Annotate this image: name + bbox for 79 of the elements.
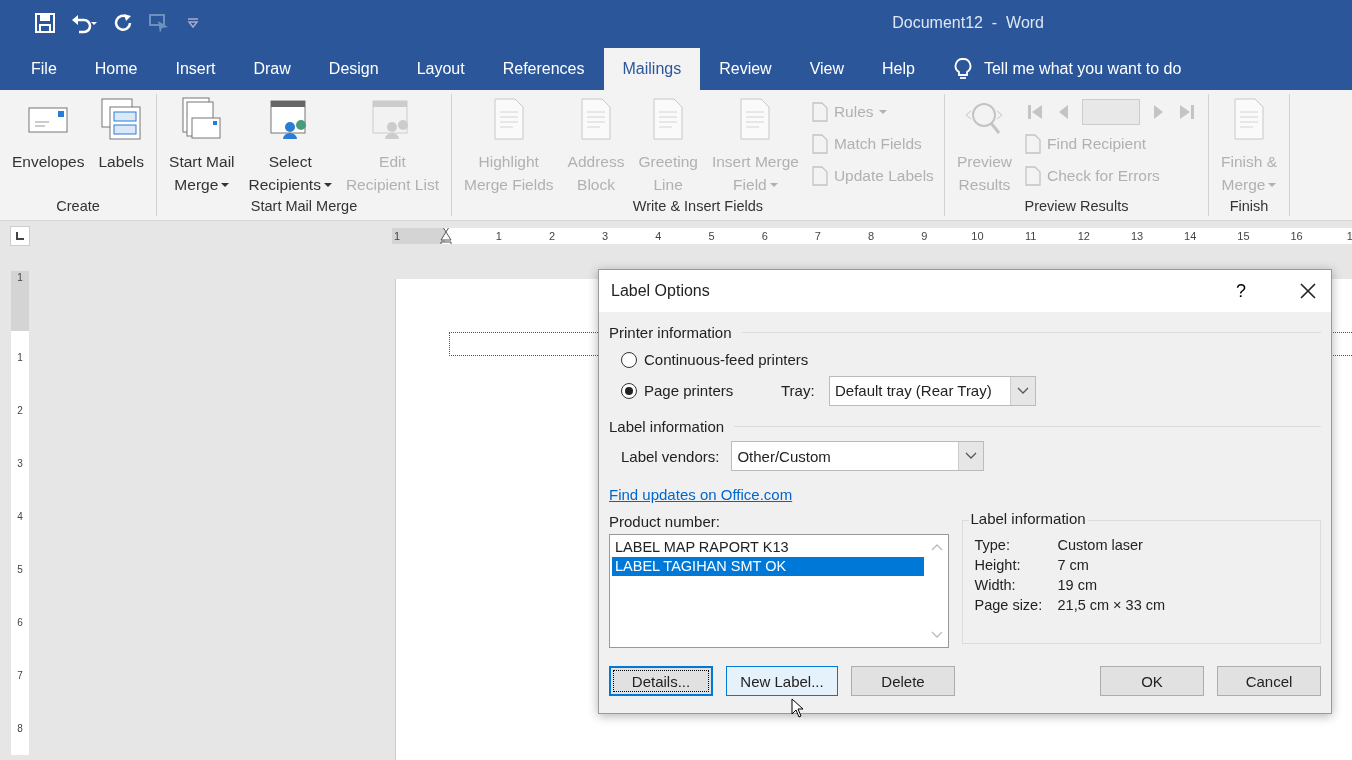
info-key: Height: xyxy=(974,557,1058,573)
ribbon-tab[interactable]: Design xyxy=(309,48,398,90)
caret-icon xyxy=(878,109,887,115)
info-value: 7 cm xyxy=(1057,557,1090,573)
ribbon-tab[interactable]: Insert xyxy=(156,48,235,90)
info-value: 21,5 cm × 33 cm xyxy=(1057,597,1167,613)
tab-stop-icon xyxy=(15,231,25,241)
updates-link[interactable]: Find updates on Office.com xyxy=(609,486,793,503)
mouse-pointer-icon xyxy=(791,698,805,718)
info-key: Page size: xyxy=(974,597,1058,613)
ribbon-tab[interactable]: View xyxy=(790,48,864,90)
section-heading: Label information xyxy=(609,417,725,435)
panel-title: Label information xyxy=(968,510,1088,527)
ribbon-tab[interactable]: Draw xyxy=(234,48,310,90)
lightbulb-icon xyxy=(953,57,972,81)
dialog-title: Label Options xyxy=(611,282,711,300)
list-item[interactable]: LABEL TAGIHAN SMT OK xyxy=(612,557,924,576)
group-label: Start Mail Merge xyxy=(250,198,358,216)
tell-me-search[interactable]: Tell me what you want to do xyxy=(983,60,1182,78)
tab-selector[interactable] xyxy=(10,226,30,246)
record-field[interactable] xyxy=(1082,99,1140,125)
group-label: Write & Insert Fields xyxy=(632,198,764,216)
caret-icon xyxy=(221,181,230,188)
radio-option[interactable]: Continuous-feed printers xyxy=(621,351,809,368)
caret-icon xyxy=(769,181,778,188)
ribbon-button[interactable]: Labels xyxy=(92,94,151,198)
vendors-dropdown[interactable]: Other/Custom xyxy=(731,441,985,471)
radio-button[interactable] xyxy=(621,351,637,368)
ribbon-tab[interactable]: Mailings xyxy=(603,48,701,90)
window-title: Document12 - Word xyxy=(892,13,1044,32)
ribbon-tab[interactable]: File xyxy=(12,48,76,90)
horizontal-ruler: 1 1 2 3 4 5 6 7 8 9 10 11 12 13 14 15 16 1 xyxy=(392,228,1352,244)
group-label: Create xyxy=(56,198,100,216)
info-key: Type: xyxy=(974,537,1058,553)
section-heading: Printer information xyxy=(609,323,732,341)
radio-option[interactable]: Page printers xyxy=(621,382,781,399)
chevron-down-icon xyxy=(965,452,978,460)
document-icon xyxy=(1024,166,1042,186)
info-value: Custom laser xyxy=(1057,537,1144,553)
document-icon xyxy=(810,134,829,154)
dialog-button[interactable]: OK xyxy=(1100,666,1204,696)
ribbon-tab[interactable]: Review xyxy=(700,48,791,90)
field-label: Product number: xyxy=(609,513,721,530)
chevron-down-icon xyxy=(1017,386,1029,395)
ribbon-button[interactable]: Start Mail Merge xyxy=(163,94,241,198)
document-icon xyxy=(810,166,829,186)
vertical-ruler: 1 1 2 3 4 5 6 7 8 xyxy=(11,271,29,755)
ribbon-tab[interactable]: References xyxy=(483,48,604,90)
group-label: Preview Results xyxy=(1024,198,1129,216)
radio-button[interactable] xyxy=(621,382,637,399)
dialog-button[interactable]: Cancel xyxy=(1217,666,1321,696)
documents-icon xyxy=(179,96,224,142)
document-icon xyxy=(1024,134,1042,154)
tray-dropdown[interactable]: Default tray (Rear Tray) xyxy=(829,375,1036,406)
list-item[interactable]: LABEL MAP RAPORT K13 xyxy=(612,538,924,557)
info-value: 19 cm xyxy=(1057,577,1098,593)
caret-icon xyxy=(1268,181,1277,188)
dialog-button[interactable]: Delete xyxy=(851,666,955,696)
scroll-down-icon[interactable] xyxy=(930,631,943,639)
caret-icon xyxy=(323,181,332,188)
field-label: Tray: xyxy=(781,382,816,399)
scroll-up-icon[interactable] xyxy=(930,543,943,551)
dialog-button[interactable]: Details... xyxy=(609,666,713,696)
save-icon[interactable] xyxy=(34,11,56,34)
document-icon xyxy=(810,102,829,122)
field-label: Label vendors: xyxy=(621,447,720,465)
ribbon-button[interactable]: Envelopes xyxy=(6,94,91,198)
ribbon-button[interactable]: Select Recipients xyxy=(242,94,338,198)
redo-icon[interactable] xyxy=(112,11,134,34)
info-key: Width: xyxy=(974,577,1058,593)
customize-caret-icon[interactable] xyxy=(186,15,200,30)
ribbon-tab[interactable]: Home xyxy=(75,48,157,90)
group-label: Finish xyxy=(1229,198,1269,216)
label-sheet-icon xyxy=(100,96,143,142)
dialog-button[interactable]: New Label... xyxy=(726,666,838,696)
ribbon-tab[interactable]: Layout xyxy=(397,48,484,90)
ribbon-tab[interactable]: Help xyxy=(863,48,934,90)
close-icon xyxy=(1300,283,1316,299)
help-button[interactable]: ? xyxy=(1221,279,1261,303)
